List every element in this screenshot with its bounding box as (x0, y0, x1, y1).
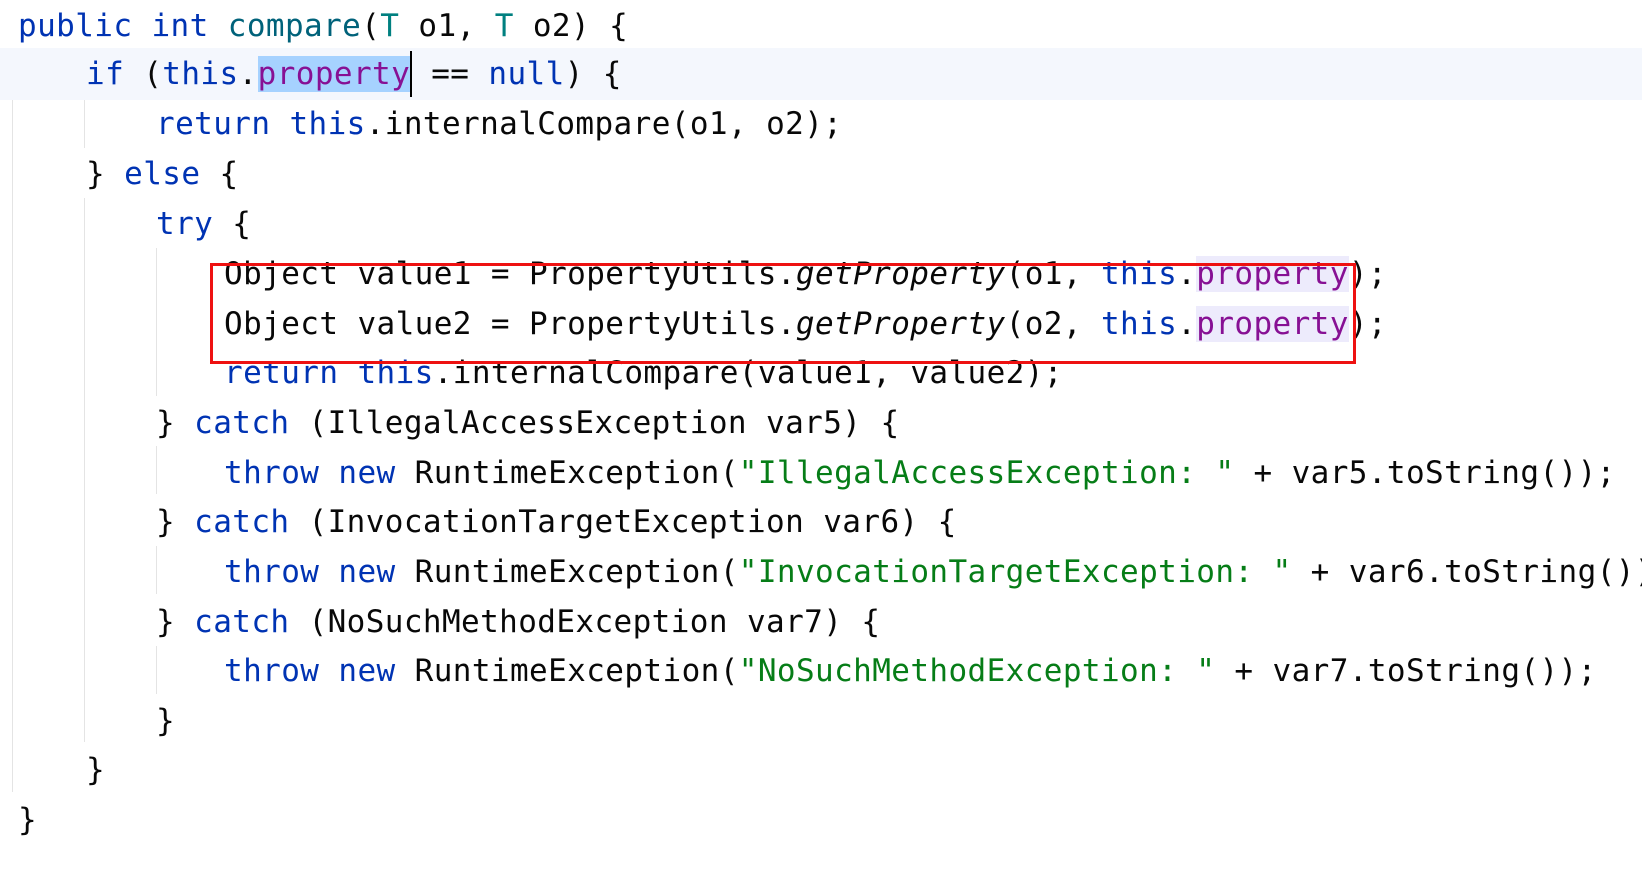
code-text: o1, (399, 8, 495, 44)
code-line-16[interactable]: } (0, 744, 105, 796)
keyword-throw: throw (224, 554, 320, 590)
code-line-5[interactable]: try { (0, 198, 251, 250)
code-line-9[interactable]: } catch (IllegalAccessException var5) { (0, 397, 900, 449)
code-line-17[interactable]: } (0, 794, 37, 846)
keyword-this: this (162, 56, 239, 92)
code-line-12[interactable]: throw new RuntimeException("InvocationTa… (0, 546, 1642, 598)
code-line-15[interactable]: } (0, 695, 175, 747)
code-text: } (156, 604, 195, 640)
keyword-if: if (86, 56, 125, 92)
selected-field: property (257, 56, 411, 92)
closing-brace: } (86, 752, 106, 788)
code-text: (NoSuchMethodException var7) { (289, 604, 881, 640)
code-text: ) { (564, 56, 622, 92)
string-literal: "NoSuchMethodException: " (738, 653, 1216, 689)
code-line-3[interactable]: return this.internalCompare(o1, o2); (0, 98, 842, 150)
code-text: == (412, 56, 489, 92)
code-line-1[interactable]: public int compare(T o1, T o2) { (0, 0, 628, 52)
code-text: RuntimeException( (395, 455, 739, 491)
keyword-new: new (338, 653, 396, 689)
code-text: ( (361, 8, 381, 44)
code-line-13[interactable]: } catch (NoSuchMethodException var7) { (0, 596, 880, 648)
type-param: T (380, 8, 400, 44)
code-editor[interactable]: public int compare(T o1, T o2) { if (thi… (0, 0, 1642, 888)
keyword-public: public (18, 8, 133, 44)
keyword-return: return (156, 106, 271, 142)
keyword-catch: catch (194, 405, 290, 441)
code-line-14[interactable]: throw new RuntimeException("NoSuchMethod… (0, 645, 1597, 697)
code-text: + var7.toString()); (1215, 653, 1597, 689)
string-literal: "IllegalAccessException: " (738, 455, 1235, 491)
method-name: compare (227, 8, 362, 44)
closing-brace: } (156, 703, 176, 739)
type-param: T (494, 8, 514, 44)
keyword-new: new (338, 554, 396, 590)
code-text: } (156, 405, 195, 441)
code-line-11[interactable]: } catch (InvocationTargetException var6)… (0, 496, 957, 548)
code-text: } (86, 156, 125, 192)
keyword-this: this (289, 106, 366, 142)
code-line-2-current[interactable]: if (this.property == null) { (0, 48, 1642, 100)
code-text: + var5.toString()); (1234, 455, 1616, 491)
code-text: RuntimeException( (395, 554, 739, 590)
code-text: { (200, 156, 239, 192)
string-literal: "InvocationTargetException: " (738, 554, 1292, 590)
keyword-catch: catch (194, 604, 290, 640)
code-text: .internalCompare(o1, o2); (365, 106, 843, 142)
keyword-else: else (124, 156, 201, 192)
keyword-throw: throw (224, 653, 320, 689)
keyword-int: int (151, 8, 209, 44)
annotation-box (210, 263, 1356, 364)
keyword-catch: catch (194, 504, 290, 540)
keyword-null: null (488, 56, 565, 92)
code-text: (InvocationTargetException var6) { (289, 504, 957, 540)
keyword-throw: throw (224, 455, 320, 491)
keyword-new: new (338, 455, 396, 491)
code-text: . (238, 56, 258, 92)
code-line-10[interactable]: throw new RuntimeException("IllegalAcces… (0, 447, 1616, 499)
code-line-4[interactable]: } else { (0, 148, 239, 200)
code-text: } (156, 504, 195, 540)
closing-brace: } (18, 802, 38, 838)
code-text: (IllegalAccessException var5) { (289, 405, 900, 441)
code-text: ( (124, 56, 163, 92)
code-text: + var6.toString()); (1291, 554, 1642, 590)
code-text: RuntimeException( (395, 653, 739, 689)
keyword-try: try (156, 206, 214, 242)
code-text: { (213, 206, 252, 242)
code-text: o2) { (513, 8, 629, 44)
